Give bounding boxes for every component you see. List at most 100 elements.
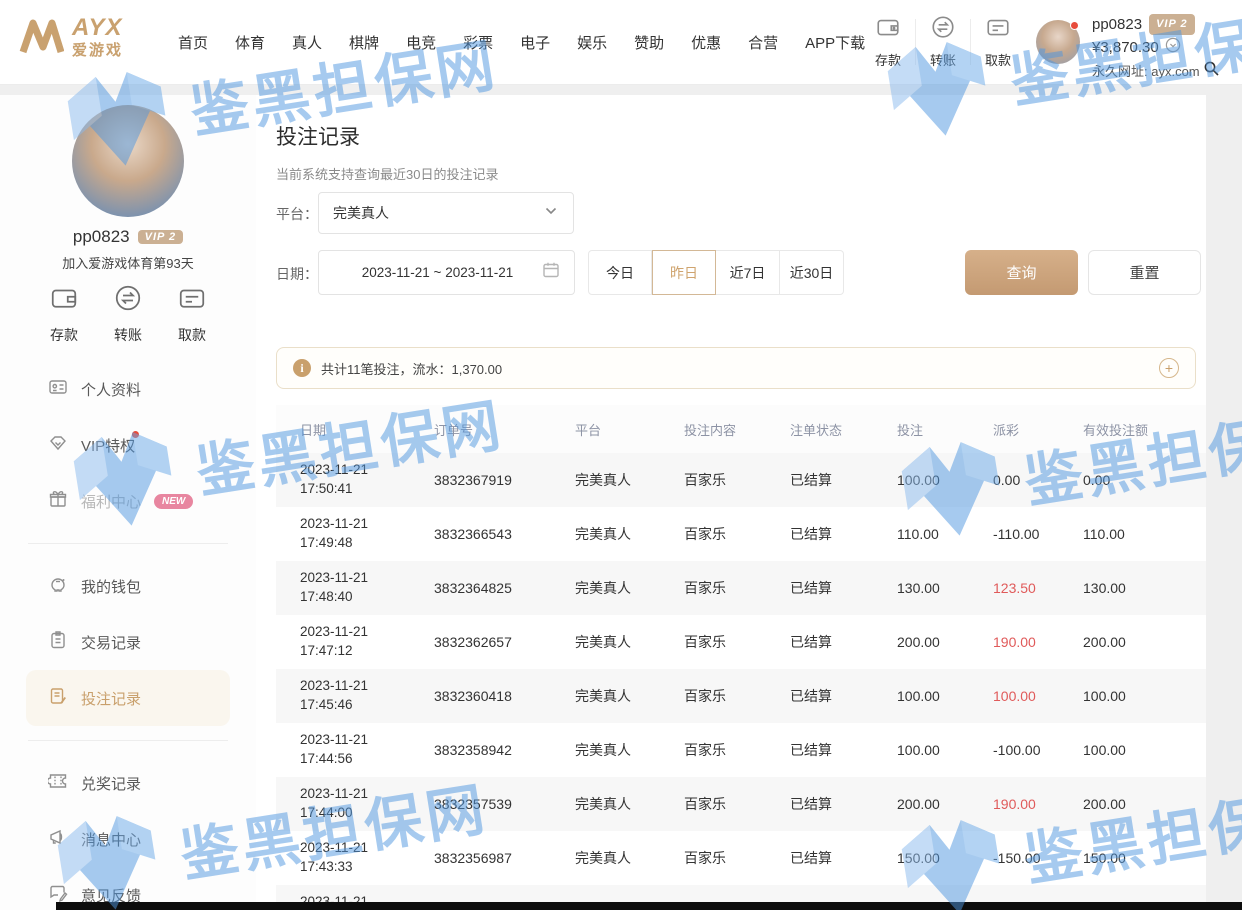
bet-records-table: 日期 订单号 平台 投注内容 注单状态 投注 派彩 有效投注额 2023-11-… bbox=[276, 405, 1206, 910]
user-avatar[interactable] bbox=[1036, 20, 1080, 64]
username: pp0823 bbox=[1092, 15, 1142, 34]
header-actions: 存款 转账 取款 bbox=[862, 14, 1024, 69]
nav-item-esports[interactable]: 电竞 bbox=[406, 32, 436, 53]
range-30days-button[interactable]: 近30日 bbox=[780, 250, 844, 295]
table-row: 2023-11-2117:47:12 3832362657 完美真人 百家乐 已… bbox=[276, 615, 1206, 669]
cell-order: 3832366543 bbox=[434, 526, 575, 542]
sidebar-deposit-button[interactable]: 存款 bbox=[49, 283, 79, 345]
piggy-bank-icon bbox=[48, 574, 68, 599]
search-icon[interactable] bbox=[1203, 60, 1220, 82]
table-row: 2023-11-2117:44:56 3832358942 完美真人 百家乐 已… bbox=[276, 723, 1206, 777]
vip-gem-icon bbox=[48, 433, 68, 458]
range-yesterday-button[interactable]: 昨日 bbox=[652, 250, 716, 295]
col-bet: 投注 bbox=[897, 420, 993, 439]
platform-select[interactable]: 完美真人 bbox=[318, 192, 574, 234]
chevron-down-circle-icon[interactable] bbox=[1165, 37, 1181, 58]
nav-item-entertainment[interactable]: 娱乐 bbox=[577, 32, 607, 53]
cell-valid: 200.00 bbox=[1083, 634, 1206, 650]
ticket-icon bbox=[48, 771, 68, 796]
cell-content: 百家乐 bbox=[684, 524, 790, 544]
cell-valid: 200.00 bbox=[1083, 796, 1206, 812]
cell-date: 2023-11-2117:50:41 bbox=[300, 461, 434, 499]
cell-valid: 110.00 bbox=[1083, 526, 1206, 542]
nav-item-promotions[interactable]: 优惠 bbox=[691, 32, 721, 53]
platform-label: 平台： bbox=[276, 204, 318, 224]
sidebar: pp0823 VIP 2 加入爱游戏体育第93天 存款 转账 bbox=[0, 95, 256, 910]
chevron-down-icon bbox=[543, 203, 559, 224]
sidebar-username: pp0823 bbox=[73, 227, 130, 247]
cell-platform: 完美真人 bbox=[575, 632, 684, 652]
col-content: 投注内容 bbox=[684, 420, 790, 439]
withdraw-button[interactable]: 取款 bbox=[972, 14, 1024, 69]
nav-item-sports[interactable]: 体育 bbox=[235, 32, 265, 53]
nav-item-sponsor[interactable]: 赞助 bbox=[634, 32, 664, 53]
transfer-button[interactable]: 转账 bbox=[917, 14, 969, 69]
nav-item-lottery[interactable]: 彩票 bbox=[463, 32, 493, 53]
expand-plus-icon[interactable]: + bbox=[1159, 358, 1179, 378]
cell-status: 已结算 bbox=[790, 848, 897, 868]
range-today-button[interactable]: 今日 bbox=[588, 250, 652, 295]
cell-order: 3832356987 bbox=[434, 850, 575, 866]
sidebar-item-transactions[interactable]: 交易记录 bbox=[0, 614, 256, 670]
sidebar-item-bet-records[interactable]: 投注记录 bbox=[26, 670, 230, 726]
deposit-label: 存款 bbox=[875, 50, 901, 69]
col-valid-bet: 有效投注额 bbox=[1083, 420, 1206, 439]
cell-payout: -150.00 bbox=[993, 850, 1083, 866]
cell-valid: 100.00 bbox=[1083, 742, 1206, 758]
cell-content: 百家乐 bbox=[684, 794, 790, 814]
nav-item-live-casino[interactable]: 真人 bbox=[292, 32, 322, 53]
sidebar-item-profile[interactable]: 个人资料 bbox=[0, 361, 256, 417]
sidebar-withdraw-button[interactable]: 取款 bbox=[177, 283, 207, 345]
sidebar-item-welfare[interactable]: 福利中心 NEW bbox=[0, 473, 256, 529]
cell-status: 已结算 bbox=[790, 686, 897, 706]
nav-item-app-download[interactable]: APP下载 bbox=[805, 32, 865, 53]
info-icon: i bbox=[293, 359, 311, 377]
cell-valid: 100.00 bbox=[1083, 688, 1206, 704]
divider bbox=[28, 543, 228, 544]
calendar-icon bbox=[542, 261, 560, 284]
transfer-icon bbox=[113, 283, 143, 318]
nav-item-slots[interactable]: 电子 bbox=[520, 32, 550, 53]
sidebar-withdraw-label: 取款 bbox=[178, 325, 206, 345]
withdraw-icon bbox=[985, 14, 1011, 45]
cell-content: 百家乐 bbox=[684, 686, 790, 706]
cell-order: 3832358942 bbox=[434, 742, 575, 758]
cell-valid: 130.00 bbox=[1083, 580, 1206, 596]
sidebar-item-vip[interactable]: VIP特权 bbox=[0, 417, 256, 473]
reset-button[interactable]: 重置 bbox=[1088, 250, 1201, 295]
cell-platform: 完美真人 bbox=[575, 524, 684, 544]
date-range-input[interactable]: 2023-11-21 ~ 2023-11-21 bbox=[318, 250, 575, 295]
sidebar-item-redeem-records[interactable]: 兑奖记录 bbox=[0, 755, 256, 811]
col-order: 订单号 bbox=[434, 420, 575, 439]
query-button[interactable]: 查询 bbox=[965, 250, 1078, 295]
cell-bet: 100.00 bbox=[897, 688, 993, 704]
withdraw-icon bbox=[177, 283, 207, 318]
deposit-button[interactable]: 存款 bbox=[862, 14, 914, 69]
join-days-text: 加入爱游戏体育第93天 bbox=[0, 253, 256, 272]
gift-icon bbox=[48, 489, 68, 514]
sidebar-transfer-label: 转账 bbox=[114, 325, 142, 345]
sidebar-quick-actions: 存款 转账 取款 bbox=[0, 283, 256, 345]
brand-logo[interactable]: AYX 爱游戏 bbox=[18, 16, 123, 58]
main-content: 投注记录 当前系统支持查询最近30日的投注记录 平台： 完美真人 日期： 202… bbox=[256, 95, 1206, 910]
permanent-url: 永久网址: ayx.com bbox=[1092, 62, 1200, 81]
sidebar-transfer-button[interactable]: 转账 bbox=[113, 283, 143, 345]
withdraw-label: 取款 bbox=[985, 50, 1011, 69]
balance-row[interactable]: ¥3,870.30 bbox=[1092, 37, 1220, 58]
sidebar-item-message-center[interactable]: 消息中心 bbox=[0, 811, 256, 867]
nav-item-board-games[interactable]: 棋牌 bbox=[349, 32, 379, 53]
cell-content: 百家乐 bbox=[684, 470, 790, 490]
transfer-label: 转账 bbox=[930, 50, 956, 69]
nav-item-partnership[interactable]: 合营 bbox=[748, 32, 778, 53]
divider bbox=[970, 19, 971, 65]
new-badge: NEW bbox=[154, 494, 193, 509]
range-7days-button[interactable]: 近7日 bbox=[716, 250, 780, 295]
quick-range-group: 今日 昨日 近7日 近30日 bbox=[588, 250, 844, 295]
vip-badge: VIP 2 bbox=[1149, 14, 1195, 35]
sidebar-item-wallet[interactable]: 我的钱包 bbox=[0, 558, 256, 614]
cell-status: 已结算 bbox=[790, 794, 897, 814]
cell-status: 已结算 bbox=[790, 632, 897, 652]
profile-avatar bbox=[72, 105, 184, 217]
nav-item-home[interactable]: 首页 bbox=[178, 32, 208, 53]
page-subtitle: 当前系统支持查询最近30日的投注记录 bbox=[276, 164, 1206, 183]
